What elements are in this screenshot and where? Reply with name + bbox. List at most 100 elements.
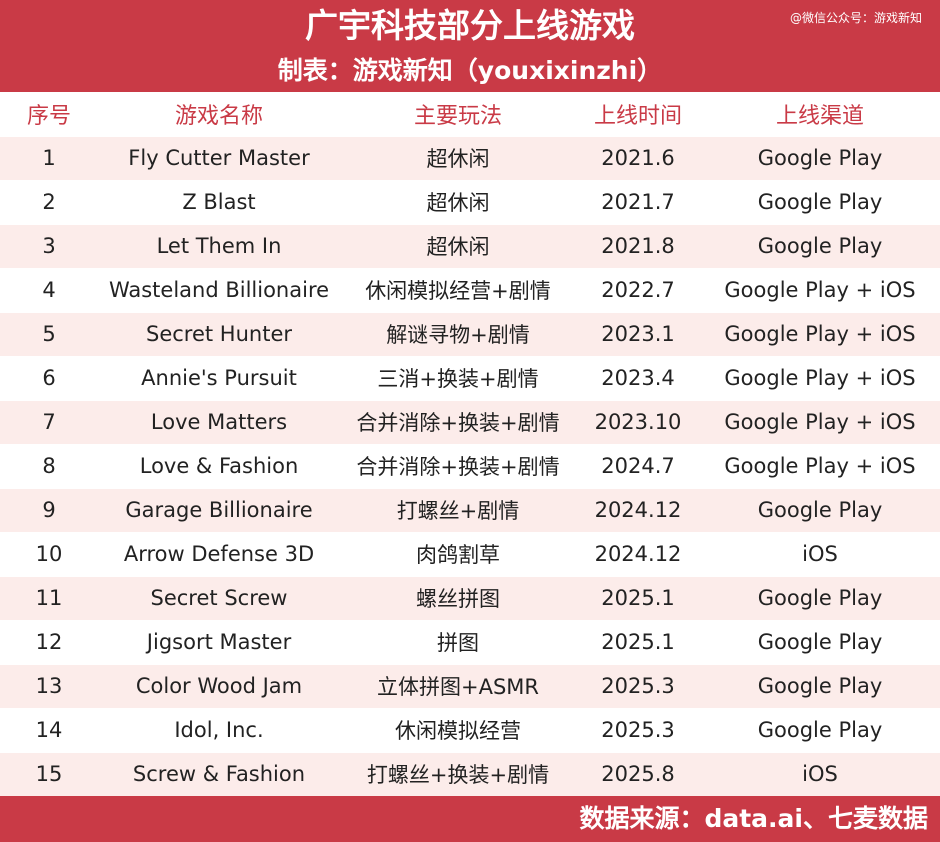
cell-game-name: Jigsort Master [98,619,340,664]
cell-gameplay: 超休闲 [340,223,576,268]
table-row: 13 Color Wood Jam 立体拼图+ASMR 2025.3 Google Pl… [0,663,940,708]
games-table: 序号 游戏名称 主要玩法 上线时间 上线渠道 1 Fly Cutter Maste… [0,92,940,796]
cell-gameplay: 三消+换装+剧情 [340,355,576,400]
table-row: 11 Secret Screw 螺丝拼图 2025.1 Google Play [0,575,940,620]
column-header-launch-date: 上线时间 [576,92,700,136]
cell-gameplay: 立体拼图+ASMR [340,663,576,708]
table-header-row: 序号 游戏名称 主要玩法 上线时间 上线渠道 [0,92,940,136]
cell-index: 14 [0,707,98,752]
cell-index: 4 [0,267,98,312]
column-header-gameplay: 主要玩法 [340,92,576,136]
cell-channel: Google Play [700,135,940,180]
table-row: 9 Garage Billionaire 打螺丝+剧情 2024.12 Google P… [0,487,940,532]
table-row: 4 Wasteland Billionaire 休闲模拟经营+剧情 2022.7 Goo… [0,267,940,312]
watermark: @微信公众号：游戏新知 [789,11,922,25]
cell-gameplay: 解谜寻物+剧情 [340,311,576,356]
page-subtitle: 制表：游戏新知（youxixinzhi） [277,56,663,85]
cell-game-name: Secret Hunter [98,311,340,356]
cell-gameplay: 打螺丝+剧情 [340,487,576,532]
column-header-index: 序号 [0,92,98,136]
table-row: 3 Let Them In 超休闲 2021.8 Google Play [0,223,940,268]
cell-game-name: Secret Screw [98,575,340,620]
cell-launch-date: 2021.7 [576,179,700,224]
cell-launch-date: 2024.12 [576,487,700,532]
cell-channel: iOS [700,531,940,576]
cell-launch-date: 2025.8 [576,751,700,796]
cell-channel: Google Play [700,707,940,752]
cell-index: 15 [0,751,98,796]
cell-gameplay: 休闲模拟经营+剧情 [340,267,576,312]
cell-channel: iOS [700,751,940,796]
cell-channel: Google Play + iOS [700,311,940,356]
cell-index: 12 [0,619,98,664]
cell-index: 13 [0,663,98,708]
cell-gameplay: 超休闲 [340,179,576,224]
table-row: 7 Love Matters 合并消除+换装+剧情 2023.10 Google Pla… [0,399,940,444]
cell-game-name: Garage Billionaire [98,487,340,532]
cell-game-name: Wasteland Billionaire [98,267,340,312]
table-row: 12 Jigsort Master 拼图 2025.1 Google Play [0,619,940,664]
cell-channel: Google Play [700,619,940,664]
table-row: 15 Screw & Fashion 打螺丝+换装+剧情 2025.8 iOS [0,751,940,796]
cell-game-name: Z Blast [98,179,340,224]
cell-launch-date: 2023.1 [576,311,700,356]
cell-game-name: Color Wood Jam [98,663,340,708]
cell-launch-date: 2021.8 [576,223,700,268]
column-header-channel: 上线渠道 [700,92,940,136]
table-row: 1 Fly Cutter Master 超休闲 2021.6 Google Play [0,135,940,180]
cell-channel: Google Play + iOS [700,267,940,312]
cell-channel: Google Play + iOS [700,355,940,400]
cell-index: 10 [0,531,98,576]
cell-index: 5 [0,311,98,356]
table-body: 1 Fly Cutter Master 超休闲 2021.6 Google Play 2 Z… [0,135,940,796]
cell-channel: Google Play [700,223,940,268]
cell-index: 1 [0,135,98,180]
cell-index: 9 [0,487,98,532]
cell-launch-date: 2023.4 [576,355,700,400]
cell-game-name: Fly Cutter Master [98,135,340,180]
cell-index: 6 [0,355,98,400]
cell-game-name: Let Them In [98,223,340,268]
data-source: 数据来源：data.ai、七麦数据 [579,804,928,833]
cell-index: 2 [0,179,98,224]
cell-channel: Google Play + iOS [700,399,940,444]
footer-banner: 数据来源：data.ai、七麦数据 [0,796,940,842]
cell-gameplay: 休闲模拟经营 [340,707,576,752]
cell-launch-date: 2022.7 [576,267,700,312]
cell-index: 11 [0,575,98,620]
table-row: 2Z Blast 超休闲 2021.7 Google Play [0,179,940,224]
table-row: 5 Secret Hunter 解谜寻物+剧情 2023.1 Google Play +… [0,311,940,356]
cell-launch-date: 2023.10 [576,399,700,444]
cell-launch-date: 2025.3 [576,663,700,708]
cell-launch-date: 2025.3 [576,707,700,752]
table-row: 14 Idol, Inc. 休闲模拟经营 2025.3 Google Play [0,707,940,752]
cell-channel: Google Play [700,179,940,224]
cell-channel: Google Play [700,575,940,620]
cell-gameplay: 肉鸽割草 [340,531,576,576]
cell-launch-date: 2025.1 [576,619,700,664]
cell-index: 7 [0,399,98,444]
cell-gameplay: 合并消除+换装+剧情 [340,443,576,488]
cell-launch-date: 2024.12 [576,531,700,576]
cell-channel: Google Play [700,487,940,532]
cell-index: 8 [0,443,98,488]
cell-gameplay: 螺丝拼图 [340,575,576,620]
cell-game-name: Annie's Pursuit [98,355,340,400]
cell-game-name: Love & Fashion [98,443,340,488]
cell-game-name: Idol, Inc. [98,707,340,752]
cell-index: 3 [0,223,98,268]
table-row: 8 Love & Fashion 合并消除+换装+剧情 2024.7 Google Pl… [0,443,940,488]
cell-game-name: Screw & Fashion [98,751,340,796]
cell-channel: Google Play [700,663,940,708]
cell-gameplay: 拼图 [340,619,576,664]
cell-channel: Google Play + iOS [700,443,940,488]
cell-game-name: Arrow Defense 3D [98,531,340,576]
table-row: 10 Arrow Defense 3D 肉鸽割草 2024.12 iOS [0,531,940,576]
cell-game-name: Love Matters [98,399,340,444]
header-banner: 广宇科技部分上线游戏 制表：游戏新知（youxixinzhi） @微信公众号：游… [0,0,940,92]
cell-gameplay: 超休闲 [340,135,576,180]
cell-gameplay: 合并消除+换装+剧情 [340,399,576,444]
cell-gameplay: 打螺丝+换装+剧情 [340,751,576,796]
table-row: 6 Annie's Pursuit 三消+换装+剧情 2023.4 Google Pla… [0,355,940,400]
cell-launch-date: 2021.6 [576,135,700,180]
